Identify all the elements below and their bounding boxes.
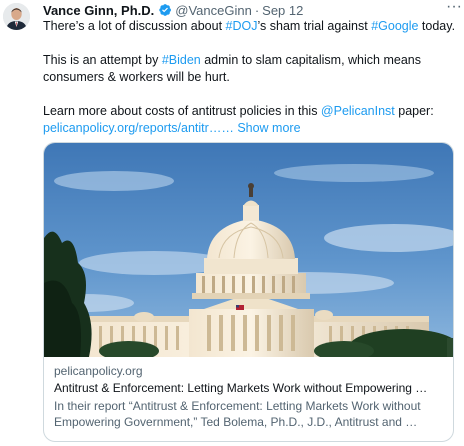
hashtag-biden-link[interactable]: #Biden xyxy=(162,53,201,67)
card-text: pelicanpolicy.org Antitrust & Enforcemen… xyxy=(44,357,453,430)
card-description-line: Empowering Government,” Ted Bolema, Ph.D… xyxy=(54,415,418,429)
card-domain: pelicanpolicy.org xyxy=(54,364,143,378)
card-title[interactable]: Antitrust & Enforcement: Letting Markets… xyxy=(54,380,443,397)
text-line: pelicanpolicy.org/reports/antitr…… Show … xyxy=(43,120,456,137)
hashtag-doj-link[interactable]: #DOJ xyxy=(226,19,258,33)
text-segment: There’s a lot of discussion about xyxy=(43,19,226,33)
us-capitol-photo xyxy=(44,143,453,357)
text-segment: This is an attempt by xyxy=(43,53,162,67)
card-description: In their report “Antitrust & Enforcement… xyxy=(54,398,443,430)
link-preview-card[interactable]: pelicanpolicy.org Antitrust & Enforcemen… xyxy=(43,142,454,442)
text-segment: admin to slam capitalism, which means xyxy=(200,53,421,67)
tweet-header: Vance Ginn, Ph.D. @VanceGinn · Sep 12 xyxy=(43,1,456,19)
card-description-line: In their report “Antitrust & Enforcement… xyxy=(54,399,421,413)
tweet-date[interactable]: Sep 12 xyxy=(262,3,303,18)
hashtag-google-link[interactable]: #Google xyxy=(371,19,418,33)
text-segment: paper: xyxy=(394,104,434,118)
profile-photo-icon xyxy=(3,3,30,30)
separator-dot: · xyxy=(254,2,260,18)
show-more-link[interactable]: Show more xyxy=(237,121,300,135)
verified-badge-icon[interactable] xyxy=(158,3,172,17)
text-line: consumers & workers will be hurt. xyxy=(43,70,230,84)
author-name[interactable]: Vance Ginn, Ph.D. xyxy=(43,3,154,18)
more-options-icon[interactable]: ··· xyxy=(446,0,462,15)
author-handle[interactable]: @VanceGinn xyxy=(175,3,252,18)
tweet[interactable]: Vance Ginn, Ph.D. @VanceGinn · Sep 12 ··… xyxy=(0,0,464,446)
mention-pelicaninst-link[interactable]: @PelicanInst xyxy=(321,104,395,118)
text-segment: ’s sham trial against xyxy=(257,19,372,33)
text-line: There’s a lot of discussion about #DOJ’s… xyxy=(43,18,456,35)
text-line: This is an attempt by #Biden admin to sl… xyxy=(43,52,456,69)
text-segment: Learn more about costs of antitrust poli… xyxy=(43,104,321,118)
avatar[interactable] xyxy=(3,3,30,30)
text-segment: today. xyxy=(418,19,456,33)
report-url-link[interactable]: pelicanpolicy.org/reports/antitr…… xyxy=(43,121,234,135)
tweet-text: There’s a lot of discussion about #DOJ’s… xyxy=(43,18,456,137)
text-line: Learn more about costs of antitrust poli… xyxy=(43,103,456,120)
